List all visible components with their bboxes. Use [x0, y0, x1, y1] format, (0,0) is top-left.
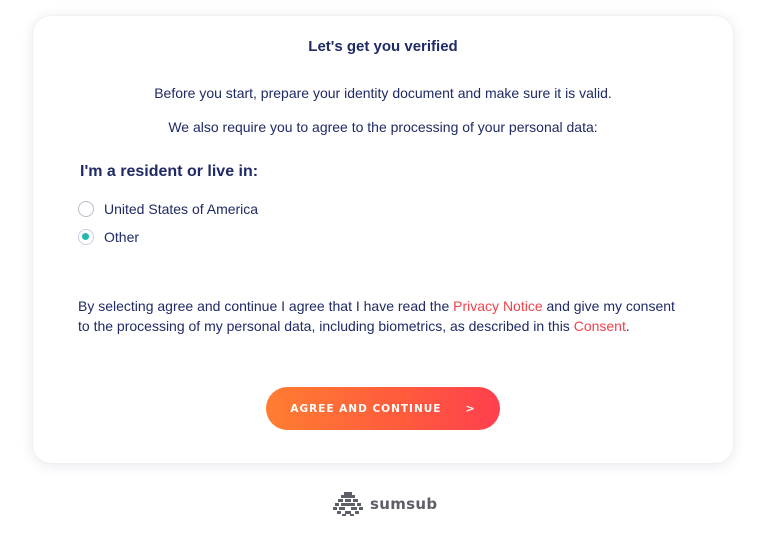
radio-label-usa[interactable]: United States of America	[104, 201, 258, 217]
sumsub-branding: sumsub	[332, 491, 437, 517]
sumsub-logo-icon	[333, 492, 363, 516]
dialog-title: Let's get you verified	[308, 38, 458, 55]
verification-card: Let's get you verified Before you start,…	[33, 16, 733, 463]
consent-text-part3: .	[625, 318, 630, 334]
privacy-notice-link[interactable]: Privacy Notice	[453, 298, 542, 314]
brand-name: sumsub	[370, 495, 438, 513]
consent-text-part1: By selecting agree and continue I agree …	[78, 298, 454, 314]
intro-text-consent: We also require you to agree to the proc…	[168, 119, 598, 135]
radio-option-other[interactable]: Other	[78, 229, 139, 245]
consent-statement: By selecting agree and continue I agree …	[78, 296, 688, 336]
chevron-right-icon: >	[465, 402, 476, 415]
radio-label-other[interactable]: Other	[104, 229, 139, 245]
radio-button-usa[interactable]	[78, 201, 94, 217]
agree-and-continue-button[interactable]: AGREE AND CONTINUE >	[266, 387, 500, 430]
consent-link[interactable]: Consent	[574, 318, 626, 334]
radio-option-usa[interactable]: United States of America	[78, 201, 258, 217]
radio-button-other[interactable]	[78, 229, 94, 245]
intro-text-document: Before you start, prepare your identity …	[154, 85, 612, 101]
residency-heading: I'm a resident or live in:	[80, 163, 259, 180]
agree-button-label: AGREE AND CONTINUE	[290, 402, 442, 415]
